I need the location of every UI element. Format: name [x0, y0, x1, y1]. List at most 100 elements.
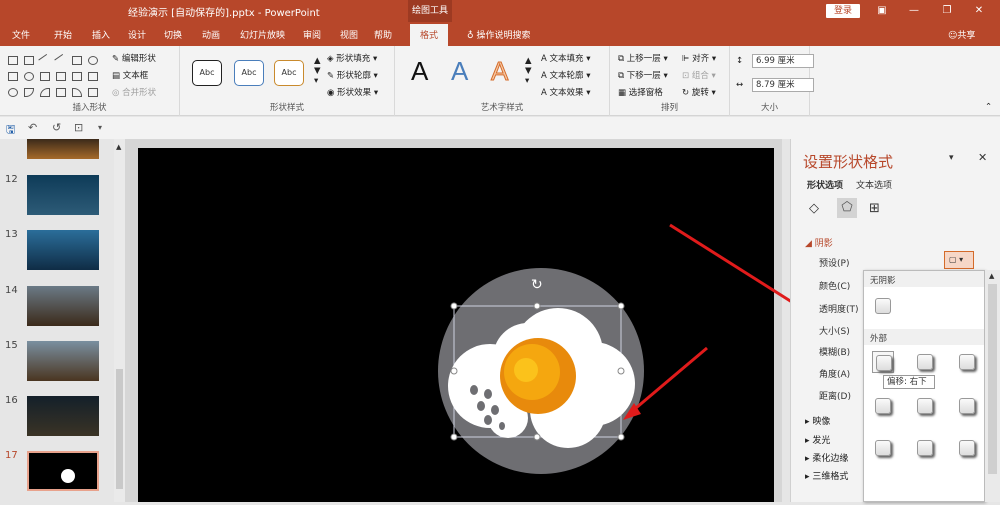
slide-number: 12 [5, 174, 18, 185]
restore-icon[interactable]: ❐ [938, 3, 956, 19]
shadow-offset-top-right[interactable] [872, 437, 894, 459]
merge-shapes-button[interactable]: ◎ 合并形状 [112, 86, 156, 98]
tab-transitions[interactable]: 切换 [164, 28, 182, 41]
shadow-offset-bottom-left[interactable] [956, 351, 978, 373]
effects-tab-icon[interactable]: ⬠ [837, 198, 857, 218]
no-shadow-option[interactable] [872, 295, 894, 317]
gallery-scroll[interactable]: ▲ ▼ ▾ [314, 56, 321, 86]
tab-file[interactable]: 文件 [12, 28, 30, 41]
size-properties-icon[interactable]: ⊞ [869, 201, 880, 216]
shadow-offset-bottom[interactable] [914, 351, 936, 373]
tab-help[interactable]: 帮助 [374, 28, 392, 41]
tell-me-search[interactable]: ♁ 操作说明搜索 [467, 28, 530, 41]
thumbnail-scrollbar[interactable]: ▲ [114, 139, 125, 502]
reflection-section[interactable]: ▸ 映像 [805, 414, 830, 427]
shadow-offset-top[interactable] [914, 437, 936, 459]
shadow-offset-top-left[interactable] [956, 437, 978, 459]
slide-thumbnail-13[interactable] [27, 230, 99, 270]
wordart-black[interactable]: A [411, 56, 428, 87]
redo-icon[interactable]: ↺ [52, 121, 61, 134]
slide-thumbnail-17[interactable] [27, 451, 99, 491]
tab-slideshow[interactable]: 幻灯片放映 [240, 28, 285, 41]
blur-label: 模糊(B) [819, 348, 851, 358]
3d-format-section[interactable]: ▸ 三维格式 [805, 469, 848, 482]
shadow-offset-left[interactable] [956, 395, 978, 417]
shape-outline-button[interactable]: ✎ 形状轮廓 ▾ [327, 69, 378, 81]
tab-view[interactable]: 视图 [340, 28, 358, 41]
tab-insert[interactable]: 插入 [92, 28, 110, 41]
wordart-blue[interactable]: A [451, 56, 468, 87]
soft-edges-label: 柔化边缘 [812, 454, 849, 464]
group-name: 大小 [760, 103, 778, 113]
shadow-offset-right[interactable] [872, 395, 894, 417]
rotate-button[interactable]: ↻ 旋转 ▾ [682, 86, 716, 98]
share-button[interactable]: ☺共享 [948, 28, 975, 41]
tab-text-options[interactable]: 文本选项 [856, 178, 892, 191]
soft-edges-section[interactable]: ▸ 柔化边缘 [805, 451, 848, 464]
ribbon-display-icon[interactable]: ▣ [873, 3, 891, 19]
send-backward-button[interactable]: ⧉ 下移一层 ▾ [618, 69, 668, 81]
slide-thumbnail-14[interactable] [27, 286, 99, 326]
tab-review[interactable]: 审阅 [303, 28, 321, 41]
slide-thumbnail-15[interactable] [27, 341, 99, 381]
selection-pane-button[interactable]: ▦ 选择窗格 [618, 86, 663, 98]
save-icon[interactable]: 🖫 [6, 121, 15, 140]
shadow-offset-bottom-right[interactable] [872, 351, 894, 373]
shadow-section-label: 阴影 [814, 239, 833, 249]
tab-design[interactable]: 设计 [128, 28, 146, 41]
slide-thumbnail-11[interactable] [27, 139, 99, 159]
text-fill-button[interactable]: A 文本填充 ▾ [541, 52, 591, 64]
text-effects-icon: A [541, 88, 550, 98]
context-tab-label: 绘图工具 [408, 0, 452, 22]
style-preset-black[interactable]: Abc [192, 60, 222, 86]
text-box-button[interactable]: ▤ 文本框 [112, 69, 148, 81]
align-button[interactable]: ⊫ 对齐 ▾ [682, 52, 716, 64]
close-icon[interactable]: ✕ [970, 3, 988, 19]
minimize-icon[interactable]: — [905, 3, 923, 19]
style-preset-blue[interactable]: Abc [234, 60, 264, 86]
start-slideshow-icon[interactable]: ⊡ [74, 121, 83, 134]
gallery-scroll-up-icon[interactable]: ▲ [989, 272, 994, 280]
shape-effects-button[interactable]: ◉ 形状效果 ▾ [327, 86, 378, 98]
height-input[interactable]: 6.99 厘米 [752, 54, 814, 68]
reflection-label: 映像 [812, 417, 831, 427]
rotate-handle-icon[interactable]: ↻ [531, 277, 543, 293]
scroll-up-icon[interactable]: ▲ [116, 143, 121, 151]
3d-format-label: 三维格式 [812, 472, 849, 482]
glow-section[interactable]: ▸ 发光 [805, 433, 830, 446]
tab-home[interactable]: 开始 [54, 28, 72, 41]
scroll-thumb[interactable] [116, 369, 123, 489]
login-button[interactable]: 登录 [826, 4, 860, 18]
width-input[interactable]: 8.79 厘米 [752, 78, 814, 92]
shadow-preset-dropdown[interactable]: ▢ ▾ [944, 251, 974, 269]
merge-icon: ◎ [112, 88, 123, 98]
undo-icon[interactable]: ↶ [28, 121, 37, 134]
wordart-gallery-scroll[interactable]: ▲ ▼ ▾ [525, 56, 532, 86]
customize-qat-icon[interactable]: ▾ [98, 123, 102, 132]
style-preset-orange[interactable]: Abc [274, 60, 304, 86]
wordart-orange[interactable]: A [490, 56, 508, 87]
gallery-scrollbar[interactable]: ▲ [985, 270, 1000, 502]
tab-format[interactable]: 格式 [410, 24, 449, 46]
tab-shape-options[interactable]: 形状选项 [807, 178, 843, 191]
edit-shape-button[interactable]: ✎ 编辑形状 [112, 52, 156, 64]
collapse-ribbon-icon[interactable]: ⌃ [985, 102, 992, 112]
shape-fill-button[interactable]: ◈ 形状填充 ▾ [327, 52, 377, 64]
pane-close-icon[interactable]: ✕ [978, 151, 987, 164]
bring-forward-button[interactable]: ⧉ 上移一层 ▾ [618, 52, 668, 64]
pane-options-icon[interactable]: ▾ [949, 153, 954, 163]
shadow-section[interactable]: ◢ 阴影 [805, 236, 833, 249]
tab-animations[interactable]: 动画 [202, 28, 220, 41]
slide-thumbnail-16[interactable] [27, 396, 99, 436]
fill-line-icon[interactable]: ◇ [809, 201, 819, 216]
text-outline-button[interactable]: A 文本轮廓 ▾ [541, 69, 591, 81]
text-effects-button[interactable]: A 文本效果 ▾ [541, 86, 591, 98]
group-shape-styles: Abc Abc Abc ▲ ▼ ▾ ◈ 形状填充 ▾ ✎ 形状轮廓 ▾ ◉ 形状效果… [180, 46, 395, 116]
group-name: 排列 [660, 103, 678, 113]
gallery-scroll-thumb[interactable] [988, 284, 997, 474]
slide-number: 16 [5, 395, 18, 406]
shadow-offset-center[interactable] [914, 395, 936, 417]
slide-number: 14 [5, 285, 18, 296]
group-button[interactable]: ⊡ 组合 ▾ [682, 69, 716, 81]
slide-thumbnail-12[interactable] [27, 175, 99, 215]
